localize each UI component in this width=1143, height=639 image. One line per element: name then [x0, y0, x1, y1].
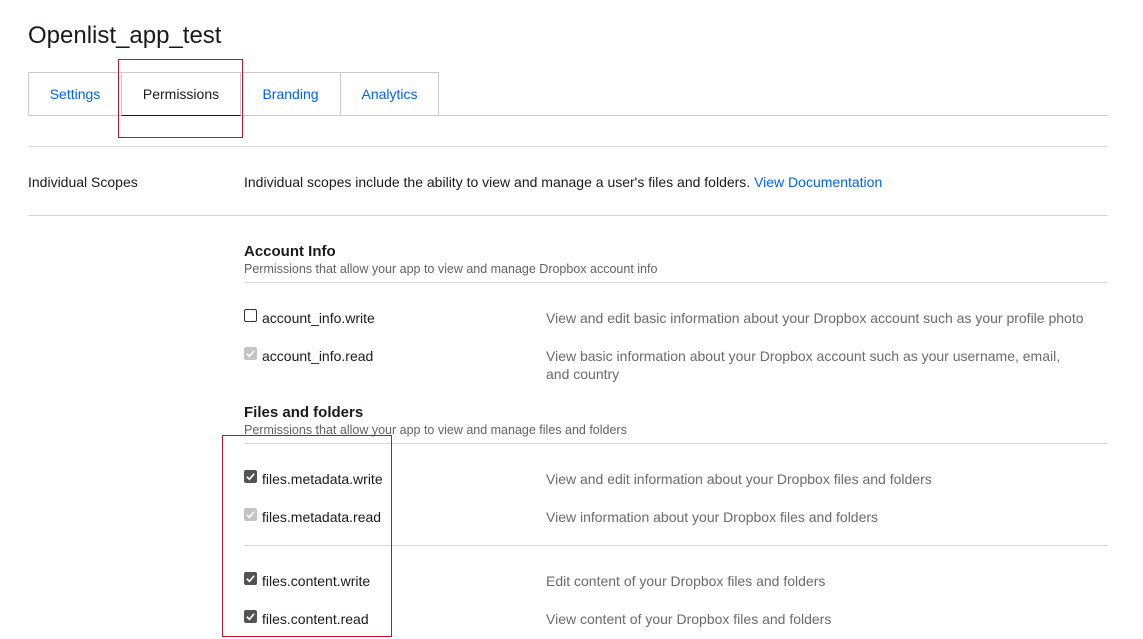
- files-metadata-read-desc: View information about your Dropbox file…: [546, 508, 1086, 526]
- scopes-description-text: Individual scopes include the ability to…: [244, 174, 750, 190]
- page-title: Openlist_app_test: [28, 22, 221, 50]
- checkmark-icon: [245, 348, 256, 359]
- account-info-title: Account Info: [244, 243, 336, 260]
- files-metadata-write-desc: View and edit information about your Dro…: [546, 470, 1086, 488]
- scopes-description: Individual scopes include the ability to…: [244, 174, 882, 190]
- scopes-label: Individual Scopes: [28, 174, 138, 190]
- account-info-read-desc: View basic information about your Dropbo…: [546, 347, 1086, 383]
- account-info-write-label: account_info.write: [262, 310, 375, 326]
- tab-bar: Settings Permissions Branding Analytics: [28, 72, 1108, 116]
- highlight-box-files: [222, 435, 392, 637]
- account-info-write-desc: View and edit basic information about yo…: [546, 309, 1086, 327]
- divider: [244, 282, 1108, 283]
- view-documentation-link[interactable]: View Documentation: [754, 174, 882, 190]
- tab-analytics[interactable]: Analytics: [340, 72, 439, 115]
- account-info-subtitle: Permissions that allow your app to view …: [244, 262, 657, 276]
- tab-permissions[interactable]: Permissions: [121, 72, 241, 116]
- divider: [28, 146, 1108, 147]
- account-info-read-label: account_info.read: [262, 348, 373, 364]
- divider: [28, 215, 1108, 216]
- tab-branding[interactable]: Branding: [240, 72, 341, 115]
- tab-settings[interactable]: Settings: [28, 72, 122, 115]
- account-info-write-checkbox[interactable]: [244, 309, 257, 322]
- files-content-write-desc: Edit content of your Dropbox files and f…: [546, 572, 1086, 590]
- files-content-read-desc: View content of your Dropbox files and f…: [546, 610, 1086, 628]
- account-info-read-checkbox: [244, 347, 257, 360]
- files-folders-title: Files and folders: [244, 404, 363, 421]
